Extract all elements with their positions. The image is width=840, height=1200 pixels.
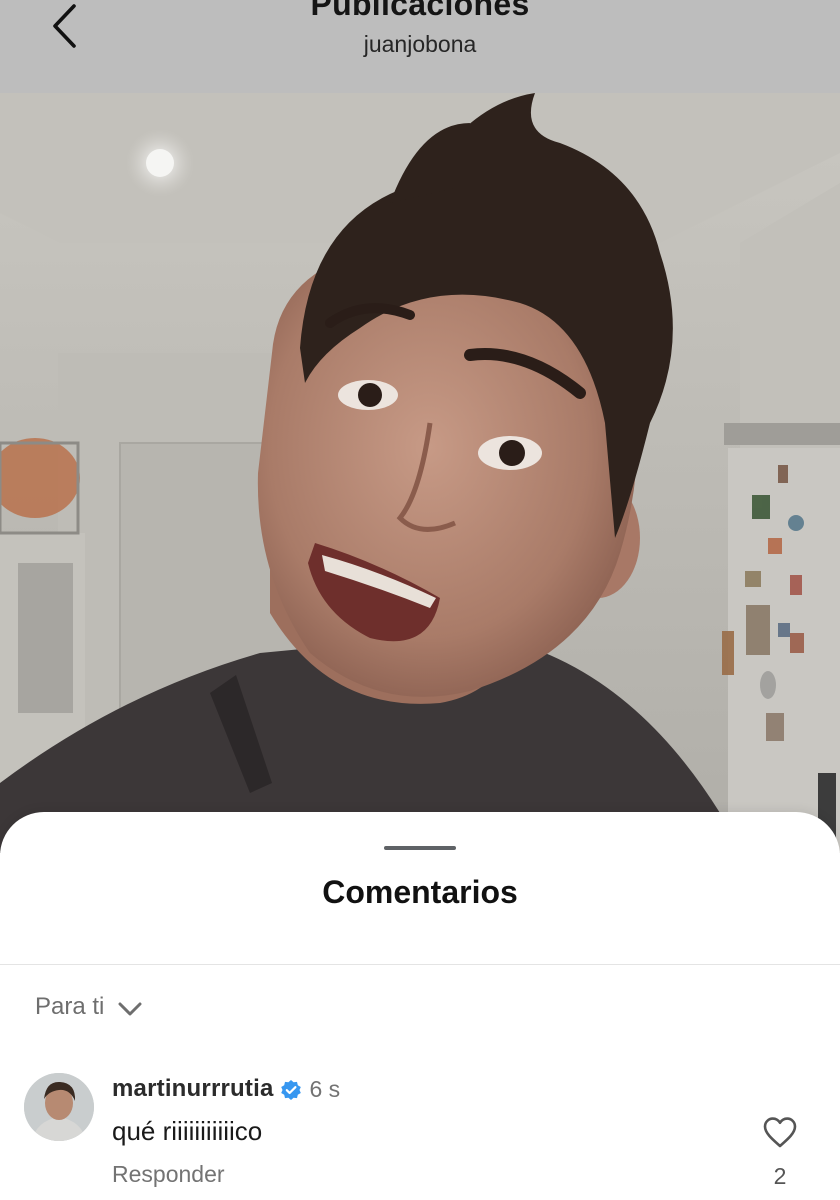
chevron-down-icon [118,1002,142,1015]
comment-item: martinurrrutia 6 s qué riiiiiiiiiiico Re… [0,1072,840,1200]
like-comment-button[interactable] [760,1112,800,1152]
comment-text: qué riiiiiiiiiiico [112,1116,263,1146]
sheet-drag-handle[interactable] [384,846,456,850]
avatar[interactable] [24,1073,94,1141]
verified-badge-icon [280,1079,301,1100]
comment-timestamp: 6 s [309,1075,341,1102]
top-header: Publicaciones juanjobona [0,0,840,93]
user-avatar-image [24,1073,94,1141]
comments-sheet: Comentarios Para ti martinurrrutia 6 s q… [0,812,840,1200]
divider [0,964,840,965]
like-count: 2 [773,1163,787,1189]
sort-label: Para ti [35,993,105,1020]
page-title: Publicaciones [310,0,530,22]
video-frame-image [0,93,840,853]
comments-title: Comentarios [322,874,518,910]
profile-username[interactable]: juanjobona [0,31,840,58]
reply-button[interactable]: Responder [112,1161,225,1188]
comment-username[interactable]: martinurrrutia [112,1075,274,1103]
post-media[interactable] [0,93,840,853]
comments-sort-dropdown[interactable]: Para ti [35,993,142,1021]
heart-outline-icon [763,1117,797,1148]
